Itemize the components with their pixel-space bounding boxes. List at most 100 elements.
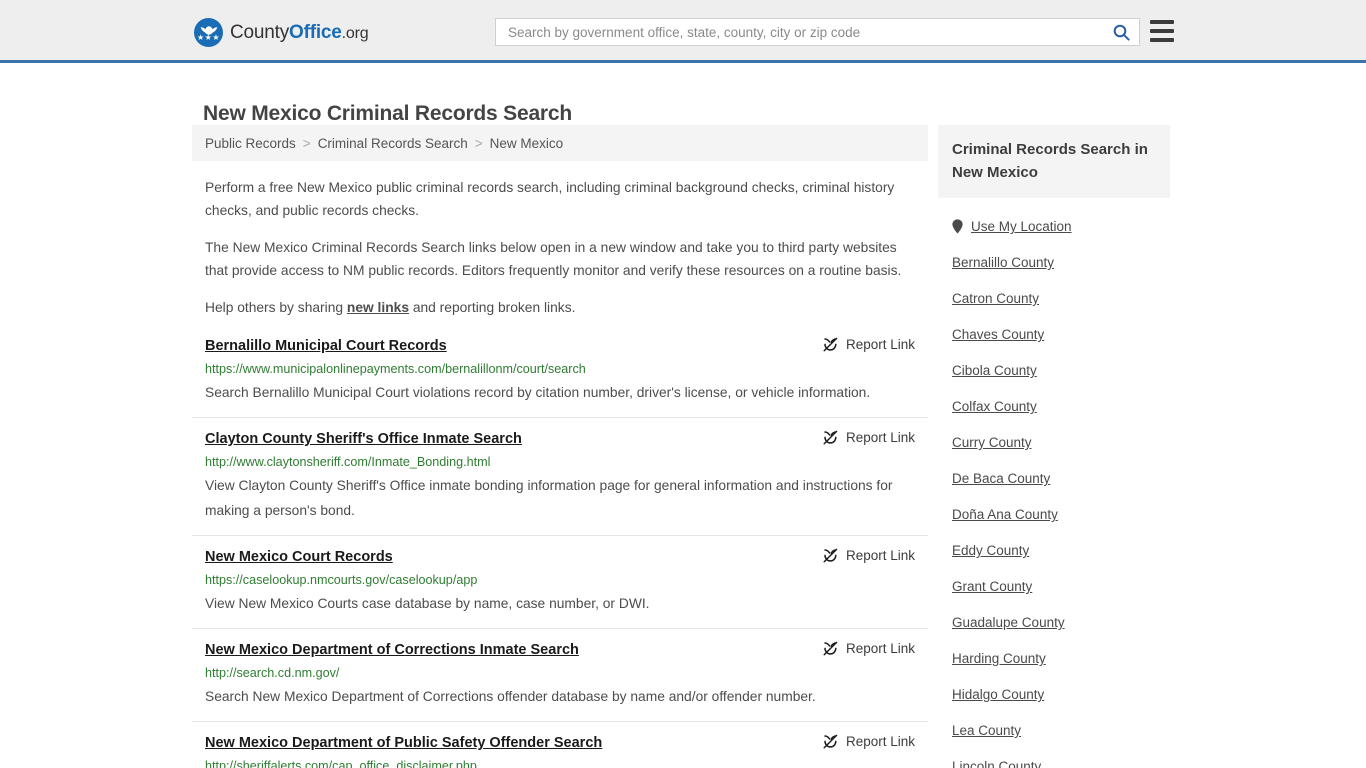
result-header-row: New Mexico Court Records Report Link bbox=[205, 548, 915, 567]
hamburger-menu-icon bbox=[1150, 20, 1174, 24]
report-link-button[interactable]: Report Link bbox=[823, 337, 915, 352]
result-title-link[interactable]: Bernalillo Municipal Court Records bbox=[205, 337, 447, 356]
result-header-row: Clayton County Sheriff's Office Inmate S… bbox=[205, 430, 915, 449]
sidebar-item-county[interactable]: Doña Ana County bbox=[952, 507, 1156, 522]
result-item: New Mexico Department of Corrections Inm… bbox=[192, 628, 928, 709]
broken-link-icon bbox=[823, 430, 838, 445]
sidebar-item-label[interactable]: Lincoln County bbox=[952, 759, 1041, 768]
report-link-button[interactable]: Report Link bbox=[823, 734, 915, 749]
sidebar-item-label[interactable]: Chaves County bbox=[952, 327, 1044, 342]
sidebar-item-county[interactable]: Chaves County bbox=[952, 327, 1156, 342]
breadcrumb-item-public-records[interactable]: Public Records bbox=[205, 136, 296, 151]
result-header-row: Bernalillo Municipal Court Records Report… bbox=[205, 337, 915, 356]
result-item: Bernalillo Municipal Court Records Report… bbox=[192, 337, 928, 405]
intro-paragraph-3: Help others by sharing new links and rep… bbox=[192, 296, 928, 319]
sidebar-item-label[interactable]: Eddy County bbox=[952, 543, 1029, 558]
result-header-row: New Mexico Department of Public Safety O… bbox=[205, 734, 915, 753]
sidebar-item-label[interactable]: Doña Ana County bbox=[952, 507, 1058, 522]
sidebar-item-county[interactable]: Catron County bbox=[952, 291, 1156, 306]
sidebar-item-label[interactable]: Colfax County bbox=[952, 399, 1037, 414]
site-logo[interactable]: ★★★ CountyOffice.org bbox=[194, 18, 369, 47]
sidebar-item-county[interactable]: Cibola County bbox=[952, 363, 1156, 378]
sidebar-item-county[interactable]: Colfax County bbox=[952, 399, 1156, 414]
sidebar-item-label[interactable]: Guadalupe County bbox=[952, 615, 1065, 630]
result-url: http://search.cd.nm.gov/ bbox=[205, 666, 340, 680]
result-description: Search Bernalillo Municipal Court violat… bbox=[205, 385, 871, 400]
report-link-label: Report Link bbox=[845, 430, 915, 445]
result-item: New Mexico Department of Public Safety O… bbox=[192, 721, 928, 768]
search-icon bbox=[1113, 24, 1130, 41]
report-link-label: Report Link bbox=[845, 641, 915, 656]
broken-link-icon bbox=[823, 337, 838, 352]
sidebar-item-label[interactable]: Cibola County bbox=[952, 363, 1037, 378]
site-header: ★★★ CountyOffice.org bbox=[0, 0, 1366, 63]
result-item: Clayton County Sheriff's Office Inmate S… bbox=[192, 417, 928, 523]
result-title-link[interactable]: New Mexico Department of Corrections Inm… bbox=[205, 641, 579, 660]
sidebar-item-label[interactable]: Catron County bbox=[952, 291, 1039, 306]
intro-text-after: and reporting broken links. bbox=[409, 300, 576, 315]
breadcrumb-item-criminal-records-search[interactable]: Criminal Records Search bbox=[318, 136, 468, 151]
sidebar-item-county[interactable]: Guadalupe County bbox=[952, 615, 1156, 630]
sidebar-item-county[interactable]: Lea County bbox=[952, 723, 1156, 738]
result-title-link[interactable]: New Mexico Court Records bbox=[205, 548, 393, 567]
result-title-link[interactable]: Clayton County Sheriff's Office Inmate S… bbox=[205, 430, 522, 449]
sidebar-item-label[interactable]: Harding County bbox=[952, 651, 1046, 666]
result-url: https://www.municipalonlinepayments.com/… bbox=[205, 362, 586, 376]
result-title-link[interactable]: New Mexico Department of Public Safety O… bbox=[205, 734, 602, 753]
logo-text-county: County bbox=[230, 21, 290, 43]
report-link-label: Report Link bbox=[845, 734, 915, 749]
search-input[interactable] bbox=[496, 19, 1103, 45]
result-description: View Clayton County Sheriff's Office inm… bbox=[205, 478, 893, 518]
sidebar-item-county[interactable]: Lincoln County bbox=[952, 759, 1156, 768]
sidebar-item-label[interactable]: Lea County bbox=[952, 723, 1021, 738]
sidebar-item-label[interactable]: Use My Location bbox=[971, 219, 1072, 234]
sidebar-item-label[interactable]: Hidalgo County bbox=[952, 687, 1044, 702]
sidebar-item-use-my-location[interactable]: Use My Location bbox=[952, 219, 1156, 234]
results-list: Bernalillo Municipal Court Records Report… bbox=[192, 337, 928, 768]
page-title: New Mexico Criminal Records Search bbox=[203, 102, 573, 126]
sidebar: Criminal Records Search in New Mexico Us… bbox=[938, 125, 1170, 768]
map-pin-icon bbox=[952, 219, 963, 234]
report-link-button[interactable]: Report Link bbox=[823, 548, 915, 563]
hamburger-menu-icon bbox=[1150, 38, 1174, 42]
result-header-row: New Mexico Department of Corrections Inm… bbox=[205, 641, 915, 660]
sidebar-item-county[interactable]: Curry County bbox=[952, 435, 1156, 450]
sidebar-item-county[interactable]: De Baca County bbox=[952, 471, 1156, 486]
search-button[interactable] bbox=[1103, 19, 1139, 45]
intro-paragraph-1: Perform a free New Mexico public crimina… bbox=[205, 180, 895, 218]
sidebar-heading: Criminal Records Search in New Mexico bbox=[938, 125, 1170, 198]
search-bar[interactable] bbox=[495, 18, 1140, 46]
report-link-button[interactable]: Report Link bbox=[823, 430, 915, 445]
sidebar-item-county[interactable]: Hidalgo County bbox=[952, 687, 1156, 702]
sidebar-item-county[interactable]: Harding County bbox=[952, 651, 1156, 666]
new-links-link[interactable]: new links bbox=[347, 300, 409, 315]
sidebar-item-label[interactable]: De Baca County bbox=[952, 471, 1050, 486]
result-url: http://sheriffalerts.com/cap_office_disc… bbox=[205, 759, 477, 768]
sidebar-item-county[interactable]: Eddy County bbox=[952, 543, 1156, 558]
broken-link-icon bbox=[823, 641, 838, 656]
sidebar-item-county[interactable]: Grant County bbox=[952, 579, 1156, 594]
report-link-label: Report Link bbox=[845, 337, 915, 352]
breadcrumb-separator: > bbox=[474, 135, 483, 151]
breadcrumb-item-new-mexico[interactable]: New Mexico bbox=[490, 136, 564, 151]
result-item: New Mexico Court Records Report Link https… bbox=[192, 535, 928, 616]
hamburger-menu-button[interactable] bbox=[1150, 20, 1174, 42]
sidebar-item-county[interactable]: Bernalillo County bbox=[952, 255, 1156, 270]
broken-link-icon bbox=[823, 734, 838, 749]
intro-text-before: Help others by sharing bbox=[205, 300, 347, 315]
hamburger-menu-icon bbox=[1150, 29, 1174, 33]
result-url: http://www.claytonsheriff.com/Inmate_Bon… bbox=[205, 455, 491, 469]
site-logo-text: CountyOffice.org bbox=[230, 21, 369, 44]
sidebar-item-label[interactable]: Grant County bbox=[952, 579, 1032, 594]
broken-link-icon bbox=[823, 548, 838, 563]
report-link-label: Report Link bbox=[845, 548, 915, 563]
breadcrumb: Public Records > Criminal Records Search… bbox=[192, 125, 928, 161]
report-link-button[interactable]: Report Link bbox=[823, 641, 915, 656]
result-url: https://caselookup.nmcourts.gov/caselook… bbox=[205, 573, 478, 587]
result-description: Search New Mexico Department of Correcti… bbox=[205, 689, 816, 704]
sidebar-item-label[interactable]: Bernalillo County bbox=[952, 255, 1054, 270]
sidebar-item-label[interactable]: Curry County bbox=[952, 435, 1032, 450]
stars-icon: ★★★ bbox=[196, 33, 220, 42]
main-content-column: Public Records > Criminal Records Search… bbox=[192, 125, 928, 768]
intro-paragraph-2: The New Mexico Criminal Records Search l… bbox=[205, 240, 902, 278]
